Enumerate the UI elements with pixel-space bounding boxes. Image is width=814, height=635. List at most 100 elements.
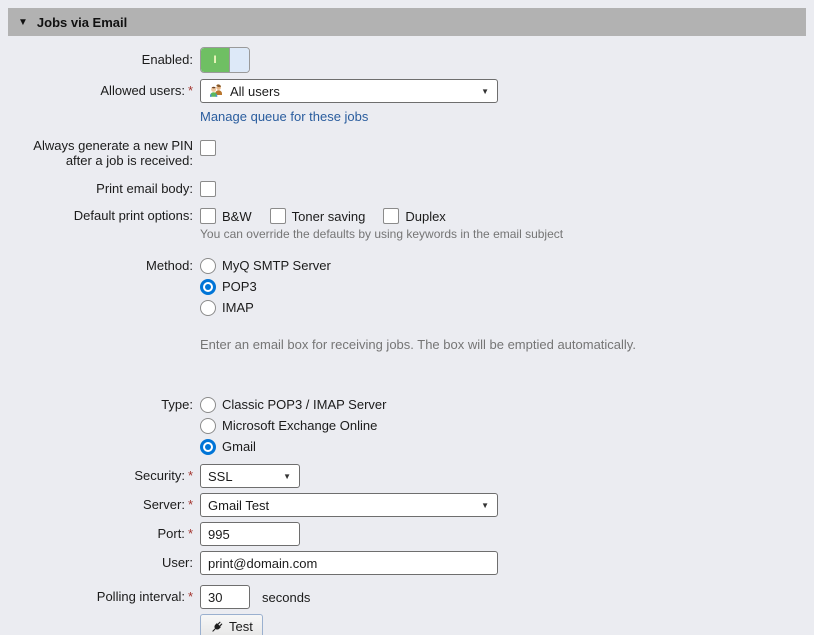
- security-label-text: Security:: [134, 468, 185, 483]
- row-manage-link: Manage queue for these jobs: [8, 109, 806, 124]
- row-allowed-users: Allowed users:* All users ▼: [8, 79, 806, 103]
- print-options-group: B&W Toner saving Duplex: [200, 208, 806, 224]
- print-email-body-checkbox[interactable]: [200, 181, 216, 197]
- classic-radio[interactable]: [200, 397, 216, 413]
- row-polling-interval: Polling interval:* seconds: [8, 585, 806, 609]
- row-method: Method: MyQ SMTP Server POP3 IMAP: [8, 255, 806, 318]
- manage-queue-link[interactable]: Manage queue for these jobs: [200, 109, 368, 124]
- gmail-label: Gmail: [222, 439, 256, 454]
- method-label: Method:: [8, 255, 200, 318]
- enabled-toggle[interactable]: I: [200, 47, 250, 73]
- pin-checkbox[interactable]: [200, 140, 216, 156]
- server-select[interactable]: Gmail Test ▼: [200, 493, 498, 517]
- row-server: Server:* Gmail Test ▼: [8, 493, 806, 517]
- row-print-email-body: Print email body:: [8, 181, 806, 197]
- option-bw[interactable]: B&W: [200, 208, 252, 224]
- duplex-label: Duplex: [405, 209, 445, 224]
- test-button[interactable]: Test: [200, 614, 263, 635]
- option-duplex[interactable]: Duplex: [383, 208, 445, 224]
- method-radio-group: MyQ SMTP Server POP3 IMAP: [200, 255, 806, 318]
- allowed-users-select[interactable]: All users ▼: [200, 79, 498, 103]
- pop3-label: POP3: [222, 279, 257, 294]
- pop3-radio[interactable]: [200, 279, 216, 295]
- toggle-handle[interactable]: [230, 48, 249, 72]
- user-label: User:: [8, 551, 200, 575]
- spacer: [8, 109, 200, 124]
- polling-interval-input[interactable]: [200, 585, 250, 609]
- chevron-down-icon: ▼: [481, 501, 489, 510]
- security-value: SSL: [208, 469, 277, 484]
- bw-checkbox[interactable]: [200, 208, 216, 224]
- exchange-radio[interactable]: [200, 418, 216, 434]
- default-print-options-label: Default print options:: [8, 208, 200, 241]
- pin-label: Always generate a new PIN after a job is…: [8, 138, 200, 168]
- print-email-body-label: Print email body:: [8, 181, 200, 197]
- server-label: Server:*: [8, 493, 200, 517]
- print-options-note: You can override the defaults by using k…: [200, 227, 806, 241]
- smtp-label: MyQ SMTP Server: [222, 258, 331, 273]
- option-toner-saving[interactable]: Toner saving: [270, 208, 366, 224]
- jobs-via-email-panel: ▼ Jobs via Email Enabled: I Allowed user…: [0, 0, 814, 635]
- plug-icon: [210, 620, 224, 634]
- type-option-exchange[interactable]: Microsoft Exchange Online: [200, 415, 806, 436]
- polling-label-text: Polling interval:: [97, 589, 185, 604]
- exchange-label: Microsoft Exchange Online: [222, 418, 377, 433]
- allowed-users-label: Allowed users:*: [8, 79, 200, 103]
- type-option-classic[interactable]: Classic POP3 / IMAP Server: [200, 394, 806, 415]
- method-option-pop3[interactable]: POP3: [200, 276, 806, 297]
- chevron-down-icon: ▼: [283, 472, 291, 481]
- test-button-label: Test: [229, 619, 253, 634]
- spacer: [8, 614, 200, 635]
- row-type: Type: Classic POP3 / IMAP Server Microso…: [8, 394, 806, 457]
- row-pin: Always generate a new PIN after a job is…: [8, 138, 806, 168]
- type-radio-group: Classic POP3 / IMAP Server Microsoft Exc…: [200, 394, 806, 457]
- type-label: Type:: [8, 394, 200, 457]
- method-option-smtp[interactable]: MyQ SMTP Server: [200, 255, 806, 276]
- jobs-via-email-form: Enabled: I Allowed users:*: [8, 36, 806, 635]
- row-method-note: Enter an email box for receiving jobs. T…: [8, 334, 806, 352]
- spacer: [8, 334, 200, 352]
- allowed-users-value: All users: [230, 84, 475, 99]
- method-note: Enter an email box for receiving jobs. T…: [200, 337, 806, 352]
- port-label: Port: *: [8, 522, 200, 546]
- chevron-down-icon: ▼: [481, 87, 489, 96]
- row-default-print-options: Default print options: B&W Toner saving …: [8, 208, 806, 241]
- row-security: Security:* SSL ▼: [8, 464, 806, 488]
- type-option-gmail[interactable]: Gmail: [200, 436, 806, 457]
- row-port: Port: *: [8, 522, 806, 546]
- required-asterisk: *: [188, 497, 193, 512]
- required-asterisk: *: [188, 589, 193, 604]
- server-label-text: Server:: [143, 497, 185, 512]
- polling-interval-label: Polling interval:*: [8, 585, 200, 609]
- panel-header[interactable]: ▼ Jobs via Email: [8, 8, 806, 36]
- port-label-text: Port:: [157, 526, 184, 541]
- imap-radio[interactable]: [200, 300, 216, 316]
- imap-label: IMAP: [222, 300, 254, 315]
- server-value: Gmail Test: [208, 498, 475, 513]
- polling-suffix: seconds: [262, 590, 310, 605]
- user-input[interactable]: [200, 551, 498, 575]
- toner-saving-checkbox[interactable]: [270, 208, 286, 224]
- security-select[interactable]: SSL ▼: [200, 464, 300, 488]
- method-option-imap[interactable]: IMAP: [200, 297, 806, 318]
- port-input[interactable]: [200, 522, 300, 546]
- security-label: Security:*: [8, 464, 200, 488]
- classic-label: Classic POP3 / IMAP Server: [222, 397, 386, 412]
- users-group-icon: [208, 83, 224, 99]
- required-asterisk: *: [188, 83, 193, 98]
- collapse-arrow-icon[interactable]: ▼: [18, 17, 28, 28]
- toggle-on-segment: I: [201, 48, 230, 72]
- required-asterisk: *: [188, 468, 193, 483]
- allowed-users-label-text: Allowed users:: [100, 83, 185, 98]
- duplex-checkbox[interactable]: [383, 208, 399, 224]
- enabled-label: Enabled:: [8, 47, 200, 73]
- panel-title: Jobs via Email: [37, 15, 127, 30]
- row-test: Test: [8, 614, 806, 635]
- gmail-radio[interactable]: [200, 439, 216, 455]
- bw-label: B&W: [222, 209, 252, 224]
- smtp-radio[interactable]: [200, 258, 216, 274]
- row-enabled: Enabled: I: [8, 47, 806, 73]
- required-asterisk: *: [188, 526, 193, 541]
- row-user: User:: [8, 551, 806, 575]
- toner-saving-label: Toner saving: [292, 209, 366, 224]
